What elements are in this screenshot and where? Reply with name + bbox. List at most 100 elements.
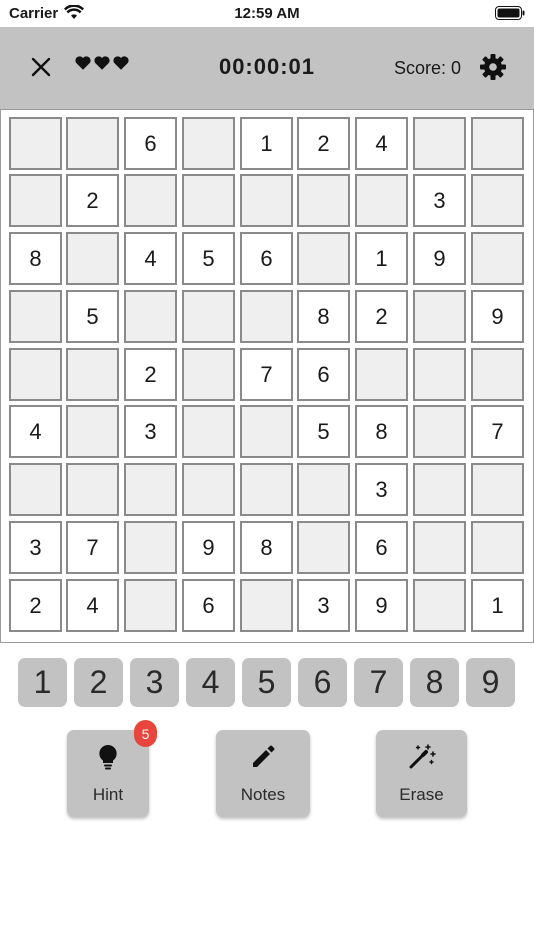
board-cell[interactable] bbox=[297, 521, 350, 574]
board-cell[interactable]: 1 bbox=[471, 579, 524, 632]
board-cell[interactable]: 2 bbox=[9, 579, 62, 632]
board-cell[interactable]: 3 bbox=[124, 405, 177, 458]
board-cell[interactable] bbox=[355, 348, 408, 401]
number-key[interactable]: 7 bbox=[354, 658, 403, 707]
board-cell[interactable]: 5 bbox=[66, 290, 119, 343]
number-key[interactable]: 5 bbox=[242, 658, 291, 707]
board-cell[interactable]: 9 bbox=[471, 290, 524, 343]
board-cell[interactable] bbox=[182, 117, 235, 170]
board-cell[interactable] bbox=[66, 117, 119, 170]
board-cell[interactable] bbox=[297, 174, 350, 227]
board-cell[interactable] bbox=[355, 174, 408, 227]
board-cell[interactable]: 3 bbox=[9, 521, 62, 574]
board-cell[interactable]: 4 bbox=[66, 579, 119, 632]
board-cell[interactable] bbox=[9, 463, 62, 516]
board-cell[interactable]: 4 bbox=[124, 232, 177, 285]
board-cell[interactable]: 8 bbox=[9, 232, 62, 285]
board-cell[interactable] bbox=[182, 290, 235, 343]
board-cell[interactable] bbox=[413, 521, 466, 574]
board-cell[interactable] bbox=[66, 232, 119, 285]
board-cell[interactable] bbox=[471, 174, 524, 227]
hint-count-badge: 5 bbox=[134, 720, 157, 747]
board-cell[interactable]: 6 bbox=[182, 579, 235, 632]
board-cell[interactable] bbox=[9, 117, 62, 170]
board-cell[interactable] bbox=[182, 348, 235, 401]
board-cell[interactable]: 6 bbox=[355, 521, 408, 574]
board-cell[interactable] bbox=[182, 174, 235, 227]
board-cell[interactable] bbox=[124, 290, 177, 343]
number-key[interactable]: 4 bbox=[186, 658, 235, 707]
board-cell[interactable]: 6 bbox=[124, 117, 177, 170]
status-bar: Carrier 12:59 AM bbox=[0, 0, 534, 27]
board-cell[interactable] bbox=[240, 579, 293, 632]
board-cell[interactable] bbox=[240, 463, 293, 516]
board-cell[interactable] bbox=[124, 463, 177, 516]
number-key[interactable]: 8 bbox=[410, 658, 459, 707]
number-key[interactable]: 6 bbox=[298, 658, 347, 707]
board-cell[interactable]: 7 bbox=[240, 348, 293, 401]
board-cell[interactable] bbox=[66, 463, 119, 516]
board-cell[interactable]: 2 bbox=[355, 290, 408, 343]
board-cell[interactable]: 8 bbox=[240, 521, 293, 574]
board-cell[interactable] bbox=[471, 521, 524, 574]
board-cell[interactable] bbox=[297, 463, 350, 516]
board-cell[interactable]: 9 bbox=[182, 521, 235, 574]
board-cell[interactable] bbox=[413, 117, 466, 170]
board-cell[interactable]: 7 bbox=[66, 521, 119, 574]
board-cell[interactable] bbox=[471, 463, 524, 516]
board-cell[interactable]: 3 bbox=[355, 463, 408, 516]
board-cell[interactable] bbox=[471, 117, 524, 170]
board-cell[interactable] bbox=[413, 348, 466, 401]
board-cell[interactable] bbox=[413, 290, 466, 343]
board-cell[interactable]: 9 bbox=[355, 579, 408, 632]
board-cell[interactable] bbox=[413, 579, 466, 632]
board-cell[interactable]: 5 bbox=[182, 232, 235, 285]
board-cell[interactable] bbox=[182, 405, 235, 458]
board-cell[interactable]: 2 bbox=[66, 174, 119, 227]
board-cell[interactable]: 8 bbox=[355, 405, 408, 458]
board-cell[interactable]: 5 bbox=[297, 405, 350, 458]
board-cell[interactable] bbox=[9, 348, 62, 401]
board-cell[interactable] bbox=[240, 405, 293, 458]
board-cell[interactable] bbox=[66, 348, 119, 401]
board-cell[interactable] bbox=[240, 290, 293, 343]
board-cell[interactable] bbox=[471, 232, 524, 285]
board-cell[interactable] bbox=[182, 463, 235, 516]
gear-icon[interactable] bbox=[479, 53, 507, 81]
board-cell[interactable] bbox=[9, 290, 62, 343]
board-cell[interactable]: 7 bbox=[471, 405, 524, 458]
board-cell[interactable] bbox=[124, 579, 177, 632]
board-cell[interactable]: 4 bbox=[355, 117, 408, 170]
board-cell[interactable] bbox=[240, 174, 293, 227]
notes-button[interactable]: Notes bbox=[216, 730, 310, 817]
board-cell[interactable]: 3 bbox=[413, 174, 466, 227]
number-key[interactable]: 9 bbox=[466, 658, 515, 707]
number-key[interactable]: 3 bbox=[130, 658, 179, 707]
board-cell[interactable] bbox=[297, 232, 350, 285]
board-cell[interactable]: 6 bbox=[297, 348, 350, 401]
pencil-icon bbox=[253, 745, 275, 767]
board-cell[interactable]: 6 bbox=[240, 232, 293, 285]
erase-button[interactable]: Erase bbox=[376, 730, 467, 817]
number-key[interactable]: 2 bbox=[74, 658, 123, 707]
magic-wand-icon bbox=[409, 744, 436, 769]
number-key[interactable]: 1 bbox=[18, 658, 67, 707]
board-cell[interactable] bbox=[413, 463, 466, 516]
erase-label: Erase bbox=[399, 785, 444, 804]
board-cell[interactable]: 3 bbox=[297, 579, 350, 632]
board-cell[interactable]: 2 bbox=[297, 117, 350, 170]
board-cell[interactable]: 8 bbox=[297, 290, 350, 343]
board-cell[interactable] bbox=[124, 521, 177, 574]
board-cell[interactable] bbox=[9, 174, 62, 227]
board-cell[interactable] bbox=[124, 174, 177, 227]
board-cell[interactable] bbox=[66, 405, 119, 458]
board-cell[interactable]: 1 bbox=[355, 232, 408, 285]
board-cell[interactable] bbox=[471, 348, 524, 401]
board-cell[interactable] bbox=[413, 405, 466, 458]
board-cell[interactable]: 9 bbox=[413, 232, 466, 285]
board-cell[interactable]: 4 bbox=[9, 405, 62, 458]
board-cell[interactable]: 1 bbox=[240, 117, 293, 170]
game-header: 00:00:01 Score: 0 bbox=[0, 27, 534, 109]
hint-label: Hint bbox=[92, 785, 124, 804]
board-cell[interactable]: 2 bbox=[124, 348, 177, 401]
